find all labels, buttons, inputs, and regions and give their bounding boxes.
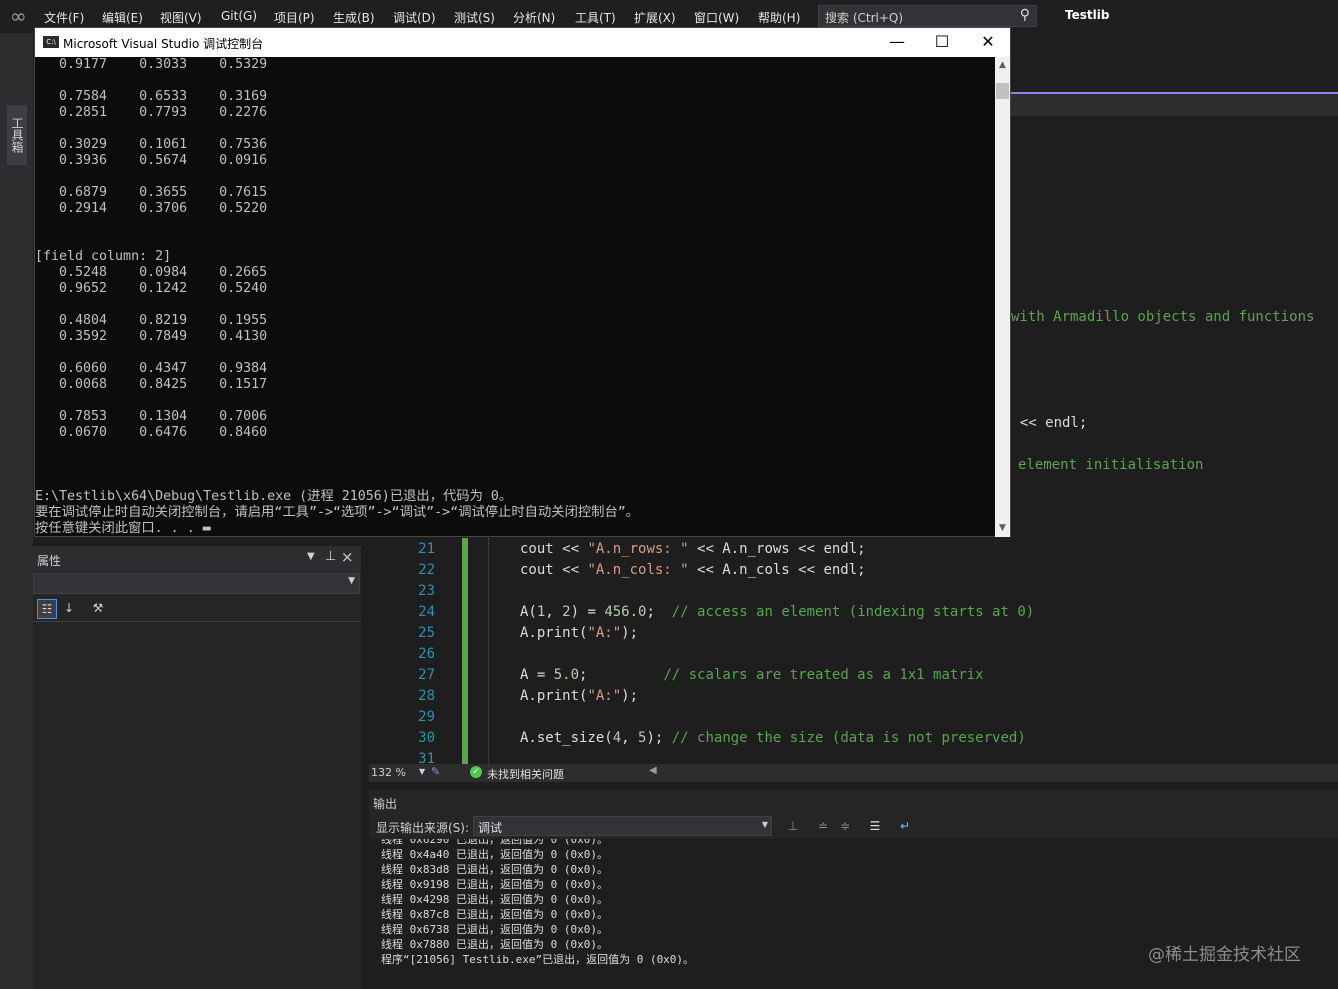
brush-icon[interactable]: ✎ <box>431 765 440 778</box>
check-icon: ✓ <box>470 766 482 778</box>
properties-header: 属性 ▼ ⊥ × <box>33 546 361 572</box>
menu-git[interactable]: Git(G) <box>221 9 257 23</box>
menu-view[interactable]: 视图(V) <box>160 9 202 26</box>
line-number: 26 <box>418 646 435 662</box>
line-number: 27 <box>418 667 435 683</box>
scroll-down-icon[interactable]: ▼ <box>995 520 1010 537</box>
console-scrollbar[interactable]: ▲ ▼ <box>995 57 1010 537</box>
search-placeholder: 搜索 (Ctrl+Q) <box>825 11 904 25</box>
code-line[interactable]: cout << "A.n_cols: " << A.n_cols << endl… <box>520 562 866 578</box>
chevron-down-icon[interactable]: ▼ <box>307 551 315 562</box>
menu-edit[interactable]: 编辑(E) <box>102 9 143 26</box>
pin-icon[interactable]: ⊥ <box>325 549 336 564</box>
sort-alphabetical-icon[interactable]: ↓ <box>60 599 78 617</box>
line-number: 24 <box>418 604 435 620</box>
change-tracking-bar <box>462 538 468 764</box>
code-fragment: ) << endl; <box>1003 415 1088 431</box>
output-source-label: 显示输出来源(S): <box>376 821 470 835</box>
project-name: Testlib <box>1065 8 1110 22</box>
line-number: 29 <box>418 709 435 725</box>
close-icon[interactable]: × <box>341 548 354 566</box>
previous-message-icon[interactable]: ≐ <box>814 817 832 835</box>
menu-file[interactable]: 文件(F) <box>44 9 84 26</box>
line-number: 30 <box>418 730 435 746</box>
close-button[interactable]: ✕ <box>965 28 1011 57</box>
line-number: 25 <box>418 625 435 641</box>
line-number: 28 <box>418 688 435 704</box>
menu-extensions[interactable]: 扩展(X) <box>634 9 676 26</box>
menu-build[interactable]: 生成(B) <box>333 9 375 26</box>
properties-toolbar: ☷ ↓ ⚒ <box>33 595 361 622</box>
console-title: Microsoft Visual Studio 调试控制台 <box>63 37 264 51</box>
find-message-icon[interactable]: ⊥ <box>784 817 802 835</box>
scroll-left-icon[interactable]: ◀ <box>649 765 657 776</box>
scroll-thumb[interactable] <box>996 83 1009 99</box>
menu-test[interactable]: 测试(S) <box>454 9 495 26</box>
menu-window[interactable]: 窗口(W) <box>694 9 739 26</box>
outline-guide <box>488 538 490 764</box>
search-icon: ⚲ <box>1019 7 1030 23</box>
debug-console-window[interactable]: C:\ Microsoft Visual Studio 调试控制台 — ☐ ✕ … <box>34 27 1011 537</box>
console-title-bar[interactable]: C:\ Microsoft Visual Studio 调试控制台 — ☐ ✕ <box>35 28 1010 57</box>
document-tab-strip <box>1011 94 1338 116</box>
console-text: 0.9177 0.3033 0.5329 0.7584 0.6533 0.316… <box>35 57 640 536</box>
left-tool-strip: 工具箱 <box>0 33 33 989</box>
editor-status-bar: 132 % ▼ ✎ ✓ 未找到相关问题 ◀ <box>369 764 1338 782</box>
properties-panel: 属性 ▼ ⊥ × ▼ ☷ ↓ ⚒ <box>33 546 361 989</box>
chevron-down-icon[interactable]: ▼ <box>419 767 425 776</box>
code-fragment-comment: with Armadillo objects and functions <box>1011 309 1315 325</box>
properties-title: 属性 <box>37 554 62 568</box>
output-source-select[interactable]: 调试 ▼ <box>473 816 772 836</box>
wrench-icon[interactable]: ⚒ <box>89 599 107 617</box>
zoom-level[interactable]: 132 % <box>371 766 406 779</box>
clear-all-icon[interactable]: ☰ <box>866 817 884 835</box>
menu-project[interactable]: 项目(P) <box>274 9 315 26</box>
code-line[interactable]: A.set_size(4, 5); // change the size (da… <box>520 730 1026 746</box>
line-number: 23 <box>418 583 435 599</box>
watermark: @稀土掘金技术社区 <box>1148 945 1301 965</box>
scroll-up-icon[interactable]: ▲ <box>995 57 1010 74</box>
menu-help[interactable]: 帮助(H) <box>758 9 800 26</box>
minimize-button[interactable]: — <box>874 28 920 57</box>
code-line[interactable]: A.print("A:"); <box>520 625 638 641</box>
code-fragment-comment: element initialisation <box>1018 457 1204 473</box>
menu-tools[interactable]: 工具(T) <box>575 9 616 26</box>
toolbox-tab[interactable]: 工具箱 <box>7 105 27 165</box>
console-output: 0.9177 0.3033 0.5329 0.7584 0.6533 0.316… <box>35 57 995 537</box>
code-editor[interactable]: 21 22 23 24 25 26 27 28 29 30 31 cout <<… <box>369 538 1338 764</box>
menu-analyze[interactable]: 分析(N) <box>513 9 555 26</box>
output-text: 线程 0x6290 已退出，返回值为 0 (0x0)。 线程 0x4a40 已退… <box>381 839 695 966</box>
maximize-button[interactable]: ☐ <box>919 28 965 57</box>
word-wrap-icon[interactable]: ↵ <box>896 817 914 835</box>
menu-debug[interactable]: 调试(D) <box>393 9 436 26</box>
output-title: 输出 <box>373 797 398 811</box>
code-line[interactable]: A = 5.0; // scalars are treated as a 1x1… <box>520 667 984 683</box>
code-line[interactable]: A.print("A:"); <box>520 688 638 704</box>
output-source-value: 调试 <box>478 821 503 835</box>
search-input[interactable]: 搜索 (Ctrl+Q) ⚲ <box>818 5 1037 27</box>
line-number: 31 <box>418 751 435 764</box>
next-message-icon[interactable]: ≑ <box>836 817 854 835</box>
visual-studio-logo-icon[interactable]: ∞ <box>10 5 34 27</box>
chevron-down-icon: ▼ <box>761 820 768 829</box>
chevron-down-icon: ▼ <box>348 576 355 586</box>
output-text-area[interactable]: 线程 0x6290 已退出，返回值为 0 (0x0)。 线程 0x4a40 已退… <box>369 839 1338 989</box>
line-number: 21 <box>418 541 435 557</box>
properties-object-select[interactable]: ▼ <box>33 573 360 594</box>
console-app-icon: C:\ <box>43 36 59 48</box>
code-line[interactable]: cout << "A.n_rows: " << A.n_rows << endl… <box>520 541 866 557</box>
code-line[interactable]: A(1, 2) = 456.0; // access an element (i… <box>520 604 1034 620</box>
issues-status[interactable]: 未找到相关问题 <box>487 766 564 782</box>
categorized-icon[interactable]: ☷ <box>37 599 57 619</box>
line-number: 22 <box>418 562 435 578</box>
